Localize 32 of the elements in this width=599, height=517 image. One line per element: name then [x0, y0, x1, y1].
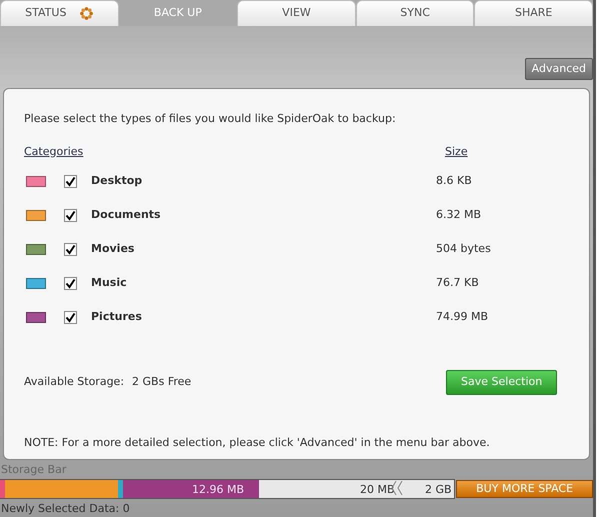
- checkbox[interactable]: [64, 174, 77, 188]
- used-amount: 12.96 MB: [192, 482, 244, 498]
- advanced-button[interactable]: Advanced: [524, 58, 593, 80]
- tab[interactable]: SHARE: [474, 0, 593, 26]
- total-amount: 2 GB: [425, 482, 452, 498]
- category-name: Documents: [91, 206, 162, 223]
- category-name: Pictures: [91, 308, 143, 325]
- category-size: 8.6 KB: [436, 172, 472, 189]
- newly-selected-data-text: Newly Selected Data: 0: [0, 500, 131, 516]
- available-storage-value: 2 GBs Free: [132, 374, 192, 390]
- intro-text: Please select the types of files you would like SpiderOak to backup:: [24, 111, 397, 127]
- available-storage-label: Available Storage:: [24, 374, 124, 390]
- note-text: NOTE: For a more detailed selection, please click 'Advanced' in the menu bar above.: [24, 434, 491, 450]
- checkbox[interactable]: [64, 276, 77, 290]
- size-header: Size: [445, 144, 468, 160]
- spinner-icon: [80, 7, 94, 20]
- tab[interactable]: VIEW: [237, 0, 356, 26]
- category-name: Music: [91, 274, 128, 291]
- storage-bar-title: Storage Bar: [0, 462, 68, 478]
- category-size: 76.7 KB: [436, 274, 479, 291]
- limit-amount: 20 MB: [360, 482, 395, 498]
- checkbox[interactable]: [64, 242, 77, 256]
- category-name: Desktop: [91, 172, 144, 189]
- category-name: Movies: [91, 240, 136, 257]
- tab[interactable]: SYNC: [356, 0, 474, 26]
- category-size: 6.32 MB: [436, 206, 482, 223]
- category-size: 74.99 MB: [436, 308, 488, 325]
- category-size: 504 bytes: [436, 240, 491, 257]
- checkbox[interactable]: [64, 208, 77, 222]
- categories-header: Categories: [24, 144, 84, 160]
- checkbox[interactable]: [64, 310, 77, 324]
- tab[interactable]: STATUS: [0, 0, 119, 26]
